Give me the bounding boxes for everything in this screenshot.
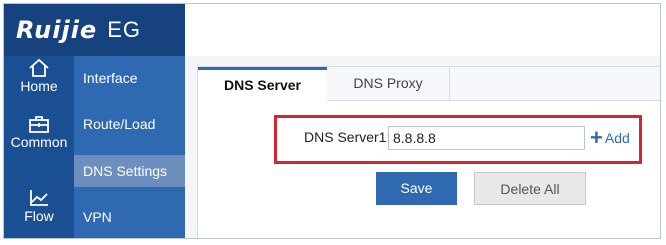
submenu-item-dns-settings[interactable]: DNS Settings — [74, 155, 185, 187]
submenu: Interface Route/Load DNS Settings VPN — [74, 56, 185, 238]
app-window: Ruijie EG Home Common Flow Interface Rou… — [3, 3, 661, 239]
plus-icon: + — [590, 125, 603, 150]
delete-all-button[interactable]: Delete All — [474, 172, 586, 205]
rail-item-home[interactable]: Home — [4, 58, 74, 94]
toolbox-icon — [29, 116, 49, 133]
save-button[interactable]: Save — [376, 172, 457, 205]
rail-item-flow[interactable]: Flow — [4, 188, 74, 224]
submenu-item-interface[interactable]: Interface — [74, 62, 185, 94]
rail-label-flow: Flow — [24, 208, 54, 224]
rail-item-common[interactable]: Common — [4, 114, 74, 150]
brand-bar: Ruijie EG — [4, 4, 185, 56]
dns-server1-label: DNS Server1: — [304, 129, 391, 145]
tab-bar: DNS Server DNS Proxy — [198, 67, 660, 101]
submenu-item-route-load[interactable]: Route/Load — [74, 108, 185, 140]
flow-chart-icon — [30, 190, 48, 206]
dns-server1-input[interactable] — [388, 126, 585, 150]
home-icon — [29, 58, 49, 77]
tab-dns-proxy[interactable]: DNS Proxy — [327, 67, 450, 100]
submenu-item-vpn[interactable]: VPN — [74, 201, 185, 233]
ruijie-logo: Ruijie — [16, 16, 98, 44]
add-button[interactable]: + Add — [590, 126, 630, 150]
tab-dns-server[interactable]: DNS Server — [198, 67, 327, 101]
icon-rail: Home Common Flow — [4, 56, 74, 238]
rail-label-home: Home — [20, 78, 58, 94]
add-label: Add — [604, 130, 630, 146]
rail-label-common: Common — [10, 134, 68, 150]
product-name: EG — [107, 17, 142, 42]
top-bar — [185, 4, 660, 57]
